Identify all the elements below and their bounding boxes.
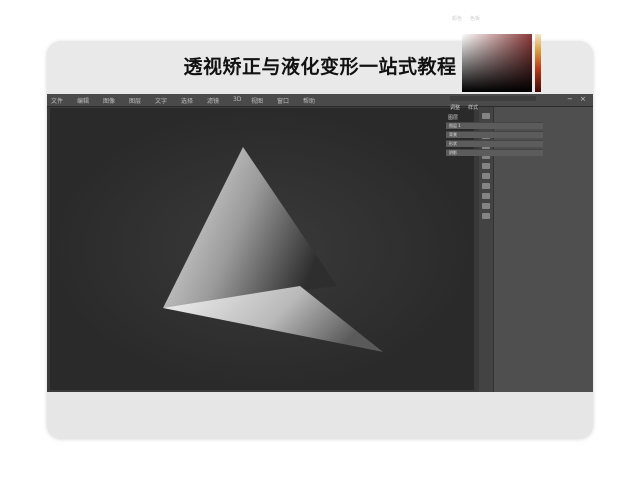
document-canvas[interactable] [50, 108, 474, 390]
swatch-bar[interactable] [450, 96, 536, 101]
menu-help[interactable]: 帮助 [303, 96, 315, 105]
menu-file[interactable]: 文件 [51, 96, 63, 105]
pyramid-artwork [50, 108, 474, 390]
pen-icon[interactable] [482, 183, 490, 189]
menu-filter[interactable]: 滤镜 [207, 96, 219, 105]
menu-view[interactable]: 视图 [251, 96, 263, 105]
layer-row[interactable]: 图层 1 [446, 122, 543, 129]
layer-row[interactable]: 背景 [446, 131, 543, 138]
layers-header: 图层 [448, 115, 459, 121]
eraser-icon[interactable] [482, 163, 490, 169]
move-icon[interactable] [482, 113, 490, 119]
tab-swatches[interactable]: 色板 [470, 15, 480, 22]
text-icon[interactable] [482, 193, 490, 199]
layer-row[interactable]: 阴影 [446, 149, 543, 156]
layer-name: 阴影 [449, 150, 457, 155]
menu-select[interactable]: 选择 [181, 96, 193, 105]
menu-window[interactable]: 窗口 [277, 96, 289, 105]
zoom-icon[interactable] [482, 213, 490, 219]
photoshop-window: 文件 编辑 图像 图层 文字 选择 滤镜 3D 视图 窗口 帮助 − × [47, 94, 593, 392]
menu-image[interactable]: 图像 [103, 96, 115, 105]
menu-layer[interactable]: 图层 [129, 96, 141, 105]
card-footer [47, 392, 593, 438]
hand-icon[interactable] [482, 203, 490, 209]
menu-type[interactable]: 文字 [155, 96, 167, 105]
layer-name: 图层 1 [449, 123, 461, 128]
tab-adjustments[interactable]: 调整 [450, 104, 460, 111]
gradient-icon[interactable] [482, 173, 490, 179]
close-icon[interactable]: × [580, 95, 586, 103]
color-picker-field[interactable] [462, 34, 532, 92]
layer-name: 背景 [449, 132, 457, 137]
menu-3d[interactable]: 3D [233, 96, 241, 103]
tab-styles[interactable]: 样式 [468, 104, 478, 111]
layer-row[interactable]: 形状 [446, 140, 543, 147]
hue-slider[interactable] [535, 34, 541, 92]
layer-name: 形状 [449, 141, 457, 146]
tab-color[interactable]: 颜色 [452, 15, 462, 22]
menu-edit[interactable]: 编辑 [77, 96, 89, 105]
minimize-icon[interactable]: − [567, 95, 573, 103]
